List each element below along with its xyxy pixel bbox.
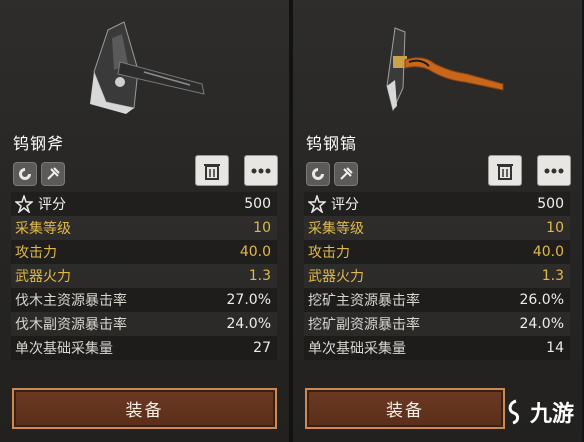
watermark-logo-icon	[508, 399, 520, 425]
stat-value: 1.3	[541, 268, 564, 284]
tool-badge-icon	[41, 162, 65, 186]
stat-label: 攻击力	[308, 245, 350, 261]
stat-value: 24.0%	[226, 316, 271, 332]
stat-value: 40.0	[239, 244, 271, 260]
equip-button[interactable]: 装备	[305, 388, 505, 429]
item-image-axe	[0, 0, 289, 122]
stat-list: 评分 500 采集等级 10 攻击力 40.0 武器火力 1.3 伐木主资源暴击…	[11, 192, 277, 360]
stat-value: 40.0	[532, 244, 564, 260]
trash-icon	[497, 163, 513, 180]
more-dots-icon	[251, 168, 271, 173]
stat-row: 采集等级 10	[304, 216, 570, 240]
more-button[interactable]	[244, 155, 278, 186]
stat-label: 评分	[38, 197, 66, 213]
stat-label: 武器火力	[15, 269, 71, 285]
stat-value: 27	[253, 340, 271, 356]
stat-value: 27.0%	[226, 292, 271, 308]
stat-row: 伐木副资源暴击率 24.0%	[11, 312, 277, 336]
watermark-text: 九游	[529, 402, 574, 427]
trash-icon	[204, 163, 220, 180]
stat-label: 攻击力	[15, 245, 57, 261]
pickaxe-icon	[386, 27, 504, 112]
stat-value: 10	[546, 220, 564, 236]
tool-badge-icon	[334, 162, 358, 186]
stat-value: 500	[244, 196, 271, 212]
more-button[interactable]	[537, 155, 571, 186]
stat-row: 武器火力 1.3	[11, 264, 277, 288]
stat-value: 26.0%	[519, 292, 564, 308]
watermark: 九游	[505, 396, 574, 428]
stat-row: 攻击力 40.0	[11, 240, 277, 264]
stat-row: 武器火力 1.3	[304, 264, 570, 288]
stat-row: 采集等级 10	[11, 216, 277, 240]
rating-star-icon	[15, 195, 33, 213]
stat-label: 采集等级	[308, 221, 364, 237]
axe-icon	[90, 21, 205, 114]
more-dots-icon	[544, 168, 564, 173]
stat-value: 10	[253, 220, 271, 236]
item-card-pickaxe: 钨钢镐 评分 500 采集等级 10 攻击力 40.0 武器火力 1.3 挖矿主…	[293, 0, 582, 442]
equip-button[interactable]: 装备	[12, 388, 277, 429]
delete-button[interactable]	[195, 155, 229, 186]
item-image-pickaxe	[293, 0, 582, 122]
rating-star-icon	[308, 195, 326, 213]
stat-value: 1.3	[248, 268, 271, 284]
stat-value: 500	[537, 196, 564, 212]
stat-row-score: 评分 500	[11, 192, 277, 216]
stat-value: 14	[546, 340, 564, 356]
stat-row: 单次基础采集量 14	[304, 336, 570, 360]
stat-row: 伐木主资源暴击率 27.0%	[11, 288, 277, 312]
stat-label: 评分	[331, 197, 359, 213]
stat-row: 挖矿副资源暴击率 24.0%	[304, 312, 570, 336]
stat-label: 单次基础采集量	[15, 341, 113, 357]
item-card-axe: 钨钢斧 评分 500 采集等级 10 攻击力 40.0 武器火力 1.3 伐木主…	[0, 0, 289, 442]
stat-row: 单次基础采集量 27	[11, 336, 277, 360]
stat-label: 挖矿副资源暴击率	[308, 317, 420, 333]
item-name: 钨钢斧	[13, 134, 65, 153]
stat-label: 挖矿主资源暴击率	[308, 293, 420, 309]
stat-label: 单次基础采集量	[308, 341, 406, 357]
stat-row: 挖矿主资源暴击率 26.0%	[304, 288, 570, 312]
stat-label: 伐木主资源暴击率	[15, 293, 127, 309]
stat-row: 攻击力 40.0	[304, 240, 570, 264]
item-name: 钨钢镐	[306, 134, 358, 153]
stat-value: 24.0%	[519, 316, 564, 332]
swirl-badge-icon	[13, 162, 37, 186]
stat-label: 伐木副资源暴击率	[15, 317, 127, 333]
stat-list: 评分 500 采集等级 10 攻击力 40.0 武器火力 1.3 挖矿主资源暴击…	[304, 192, 570, 360]
stat-label: 武器火力	[308, 269, 364, 285]
stat-row-score: 评分 500	[304, 192, 570, 216]
stat-label: 采集等级	[15, 221, 71, 237]
delete-button[interactable]	[488, 155, 522, 186]
swirl-badge-icon	[306, 162, 330, 186]
